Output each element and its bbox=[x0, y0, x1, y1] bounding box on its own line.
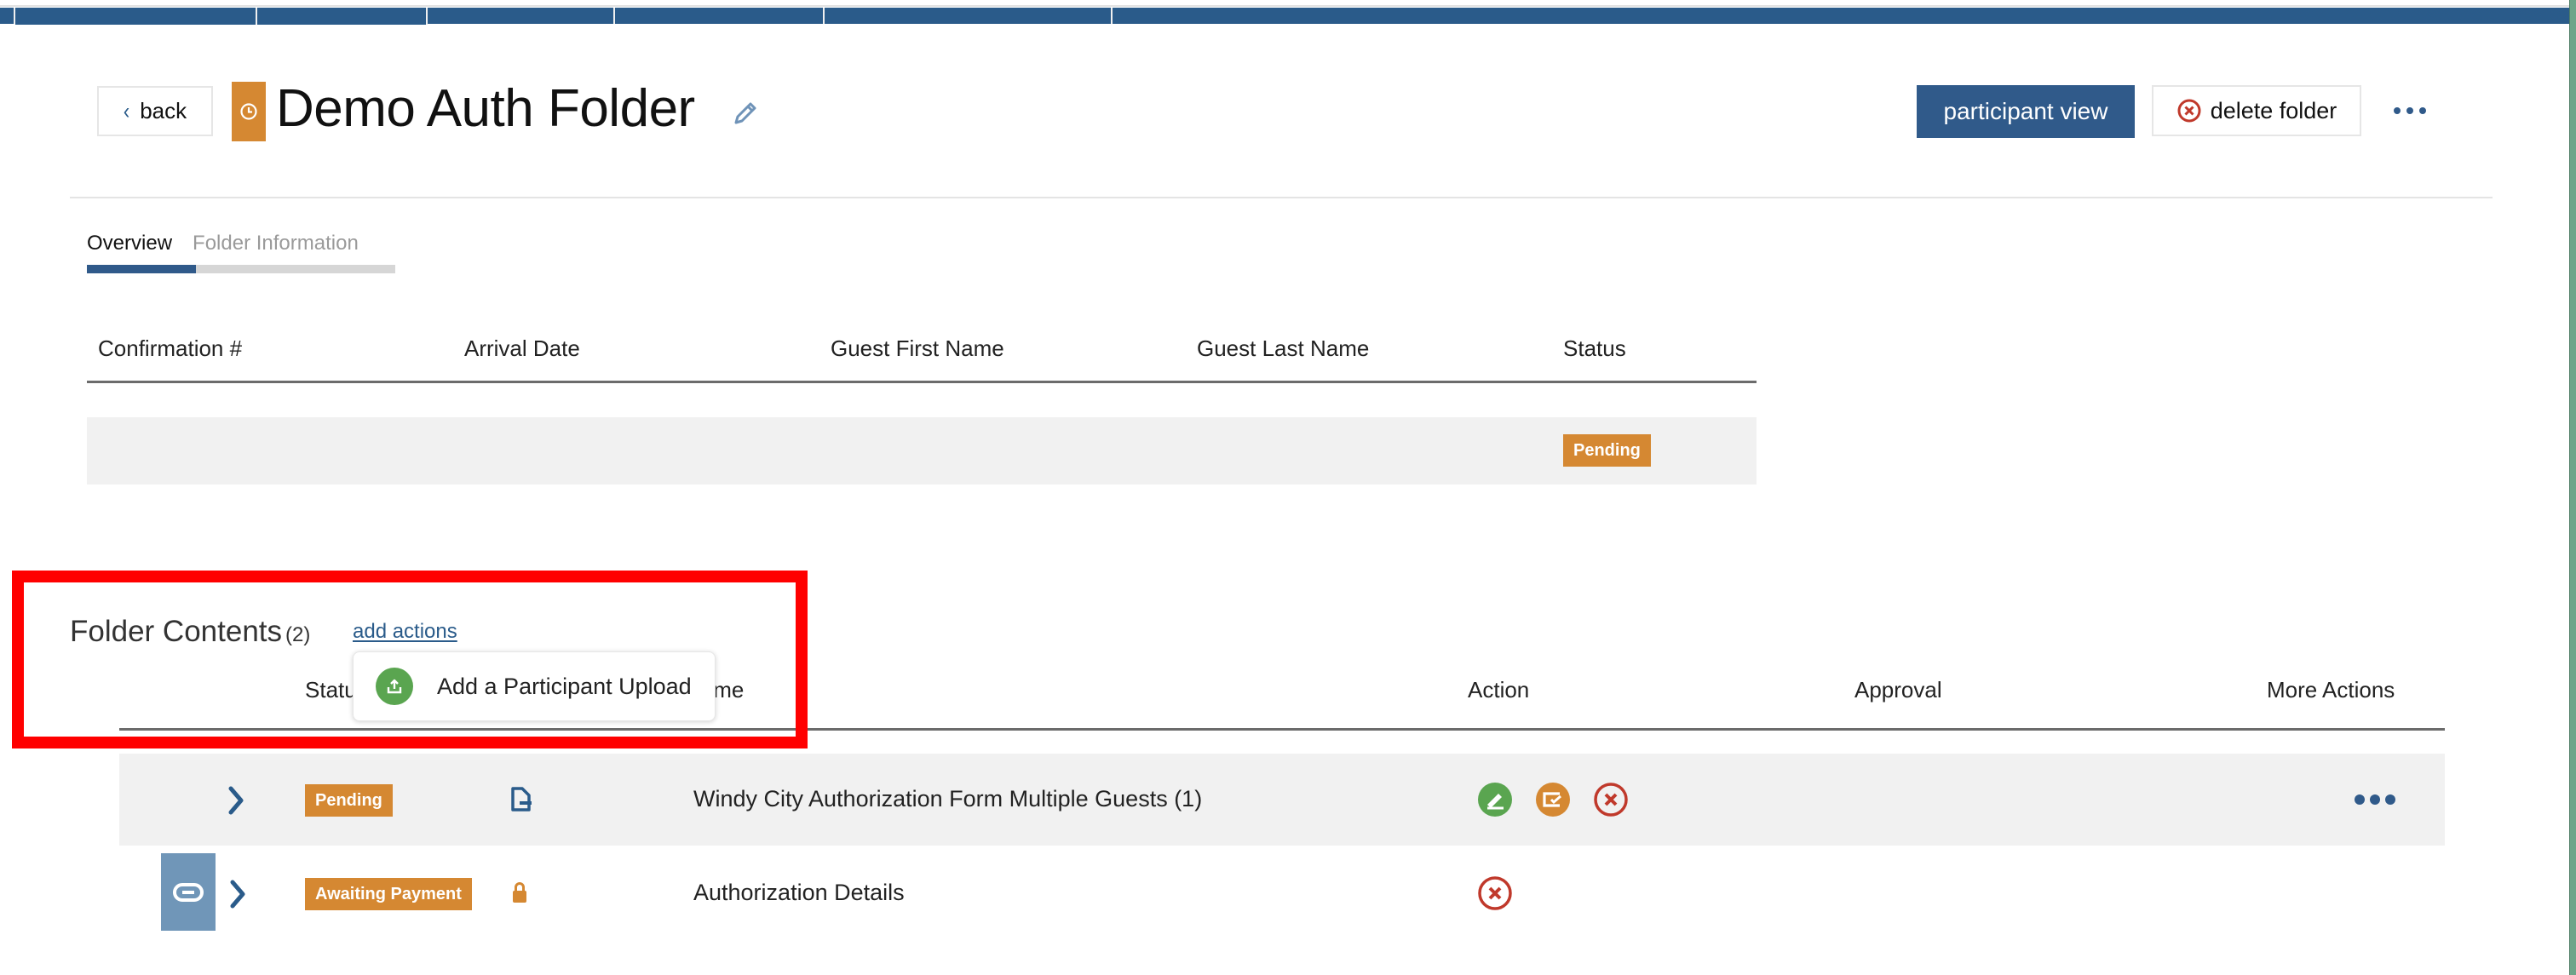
folder-contents-title: Folder Contents bbox=[70, 615, 283, 648]
page-title: Demo Auth Folder bbox=[276, 79, 695, 138]
menu-item-label: Add a Participant Upload bbox=[437, 673, 692, 699]
ellipsis-dot bbox=[2406, 107, 2413, 114]
row-more-actions-button[interactable] bbox=[2355, 794, 2395, 805]
column-header-status[interactable]: Status bbox=[1563, 336, 1626, 362]
status-badge: Pending bbox=[305, 784, 393, 817]
top-nav-tab[interactable] bbox=[15, 8, 257, 25]
header-divider bbox=[70, 197, 2493, 198]
item-name[interactable]: Windy City Authorization Form Multiple G… bbox=[693, 786, 1202, 812]
ellipsis-dot bbox=[2394, 107, 2401, 114]
status-badge: Pending bbox=[1563, 434, 1651, 467]
column-header-guest-last-name[interactable]: Guest Last Name bbox=[1197, 336, 1369, 362]
ellipsis-dot bbox=[2370, 794, 2380, 805]
lock-icon bbox=[513, 882, 526, 903]
folder-contents-heading: Folder Contents (2) bbox=[70, 615, 310, 649]
review-icon[interactable] bbox=[1535, 782, 1571, 817]
add-actions-menu-item[interactable]: Add a Participant Upload bbox=[353, 651, 716, 721]
back-label: back bbox=[140, 98, 187, 123]
column-header-confirmation[interactable]: Confirmation # bbox=[98, 336, 242, 362]
tab-indicator-active bbox=[87, 265, 196, 273]
top-nav-bar bbox=[0, 0, 2569, 26]
chevron-left-icon: ‹ bbox=[123, 97, 130, 123]
pencil-icon[interactable] bbox=[729, 99, 760, 129]
item-name[interactable]: Authorization Details bbox=[693, 880, 905, 906]
delete-folder-label: delete folder bbox=[2210, 97, 2337, 123]
add-actions-link[interactable]: add actions bbox=[353, 620, 457, 644]
column-header-action[interactable]: Action bbox=[1468, 677, 1529, 703]
top-nav-tab[interactable] bbox=[1113, 8, 2569, 24]
table-row[interactable]: Pending Windy City Authorization Form Mu… bbox=[119, 754, 2445, 846]
table-row[interactable]: Pending bbox=[87, 417, 1757, 485]
chevron-right-icon[interactable] bbox=[227, 786, 247, 815]
top-nav-tab[interactable] bbox=[257, 8, 428, 25]
column-header-arrival-date[interactable]: Arrival Date bbox=[464, 336, 580, 362]
top-nav-tab[interactable] bbox=[615, 8, 825, 24]
chevron-right-icon[interactable] bbox=[228, 880, 249, 909]
tab-indicator-track bbox=[87, 265, 395, 273]
ellipsis-dot bbox=[2355, 794, 2365, 805]
status-badge: Awaiting Payment bbox=[305, 878, 472, 910]
participant-view-button[interactable]: participant view bbox=[1917, 85, 2135, 138]
top-nav-tab[interactable] bbox=[825, 8, 1113, 24]
ellipsis-dot bbox=[2419, 107, 2426, 114]
clock-icon bbox=[240, 103, 257, 120]
tab-overview[interactable]: Overview bbox=[87, 232, 172, 255]
column-header-approval[interactable]: Approval bbox=[1854, 677, 1942, 703]
sign-icon[interactable] bbox=[1477, 782, 1513, 817]
cancel-icon[interactable] bbox=[1477, 875, 1513, 911]
window-edge bbox=[2569, 0, 2576, 975]
document-icon bbox=[511, 787, 532, 812]
tab-list: Overview Folder Information bbox=[87, 232, 359, 255]
folder-status-flag bbox=[232, 82, 266, 141]
column-header-more-actions[interactable]: More Actions bbox=[2267, 677, 2395, 703]
ellipsis-dot bbox=[2385, 794, 2395, 805]
top-nav-tab[interactable] bbox=[428, 8, 615, 24]
tab-folder-information[interactable]: Folder Information bbox=[193, 232, 359, 255]
more-options-button[interactable] bbox=[2394, 100, 2431, 121]
close-circle-icon bbox=[2177, 99, 2201, 123]
column-header-guest-first-name[interactable]: Guest First Name bbox=[831, 336, 1004, 362]
table-row[interactable]: Awaiting Payment Authorization Details bbox=[119, 847, 2445, 939]
back-button[interactable]: ‹ back bbox=[97, 86, 213, 136]
upload-icon bbox=[376, 668, 413, 705]
overview-table-header: Confirmation # Arrival Date Guest First … bbox=[87, 332, 1757, 383]
delete-folder-button[interactable]: delete folder bbox=[2152, 85, 2361, 136]
cancel-icon[interactable] bbox=[1593, 782, 1629, 817]
top-nav-tab[interactable] bbox=[0, 8, 15, 24]
folder-contents-count: (2) bbox=[285, 623, 311, 646]
top-nav-border bbox=[0, 5, 2569, 7]
